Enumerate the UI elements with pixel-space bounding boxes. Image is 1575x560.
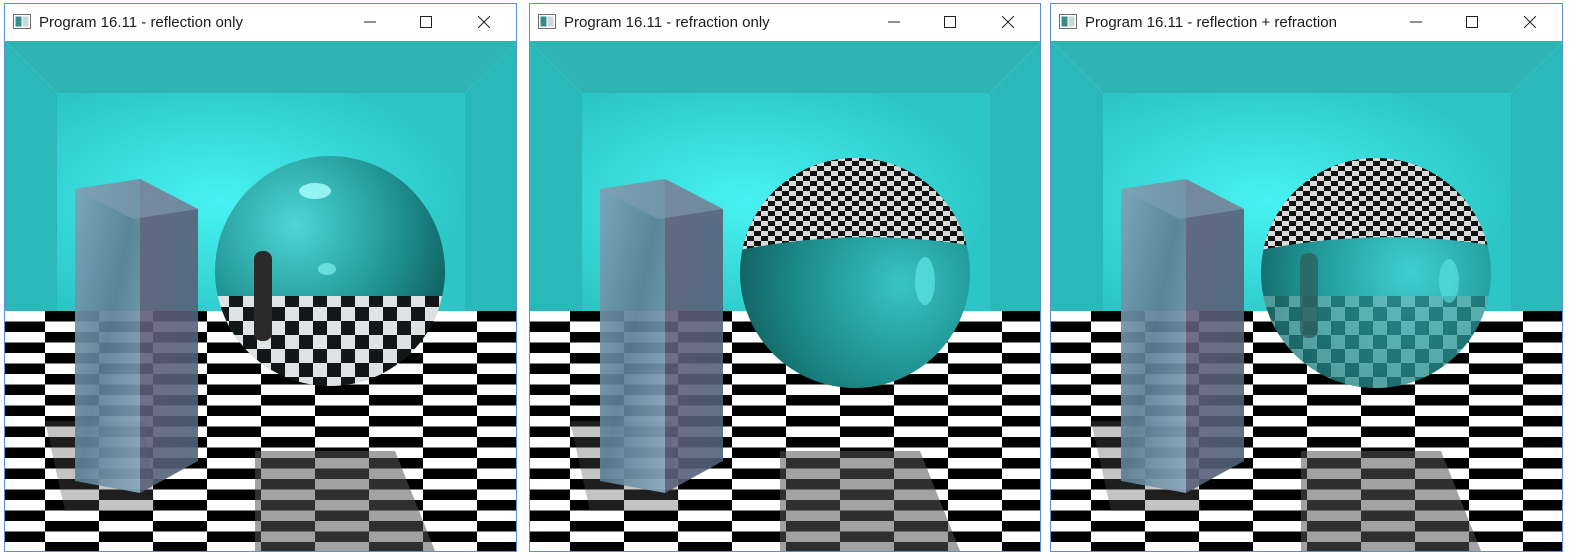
- render-viewport: [1051, 41, 1562, 551]
- app-icon: [13, 14, 31, 29]
- title-bar[interactable]: Program 16.11 - refraction only: [530, 4, 1040, 41]
- maximize-button[interactable]: [398, 4, 454, 40]
- render-viewport: [5, 41, 516, 551]
- right-wall: [990, 43, 1040, 340]
- window-title: Program 16.11 - refraction only: [564, 14, 770, 31]
- close-button[interactable]: [980, 4, 1036, 40]
- maximize-icon: [420, 16, 432, 28]
- maximize-icon: [944, 16, 956, 28]
- close-button[interactable]: [1502, 4, 1558, 40]
- left-wall: [5, 41, 57, 341]
- close-icon: [1524, 16, 1536, 28]
- maximize-icon: [1466, 16, 1478, 28]
- window-title: Program 16.11 - reflection + refraction: [1085, 14, 1337, 31]
- maximize-button[interactable]: [1444, 4, 1500, 40]
- close-button[interactable]: [456, 4, 512, 40]
- minimize-icon: [1410, 21, 1422, 23]
- minimize-icon: [888, 21, 900, 23]
- glass-block: [600, 179, 723, 493]
- right-wall: [1511, 42, 1562, 340]
- glass-block: [75, 179, 198, 493]
- maximize-button[interactable]: [922, 4, 978, 40]
- minimize-button[interactable]: [342, 4, 398, 40]
- right-wall: [465, 42, 516, 340]
- minimize-icon: [364, 21, 376, 23]
- close-icon: [1002, 16, 1014, 28]
- scene-render: [530, 41, 1040, 551]
- minimize-button[interactable]: [866, 4, 922, 40]
- window-refraction-only: Program 16.11 - refraction only: [529, 3, 1041, 552]
- window-title: Program 16.11 - reflection only: [39, 14, 243, 31]
- scene-render: [5, 41, 516, 551]
- app-icon: [538, 14, 556, 29]
- glass-block: [1121, 179, 1244, 493]
- ceiling: [5, 41, 516, 93]
- render-viewport: [530, 41, 1040, 551]
- title-bar[interactable]: Program 16.11 - reflection + refraction: [1051, 4, 1562, 41]
- left-wall: [530, 41, 582, 341]
- minimize-button[interactable]: [1388, 4, 1444, 40]
- close-icon: [478, 16, 490, 28]
- window-reflection-only: Program 16.11 - reflection only: [4, 3, 517, 552]
- scene-render: [1051, 41, 1562, 551]
- app-icon: [1059, 14, 1077, 29]
- ceiling: [530, 41, 1040, 93]
- ceiling: [1051, 41, 1562, 93]
- left-wall: [1051, 41, 1103, 341]
- title-bar[interactable]: Program 16.11 - reflection only: [5, 4, 516, 41]
- window-reflection-refraction: Program 16.11 - reflection + refraction: [1050, 3, 1563, 552]
